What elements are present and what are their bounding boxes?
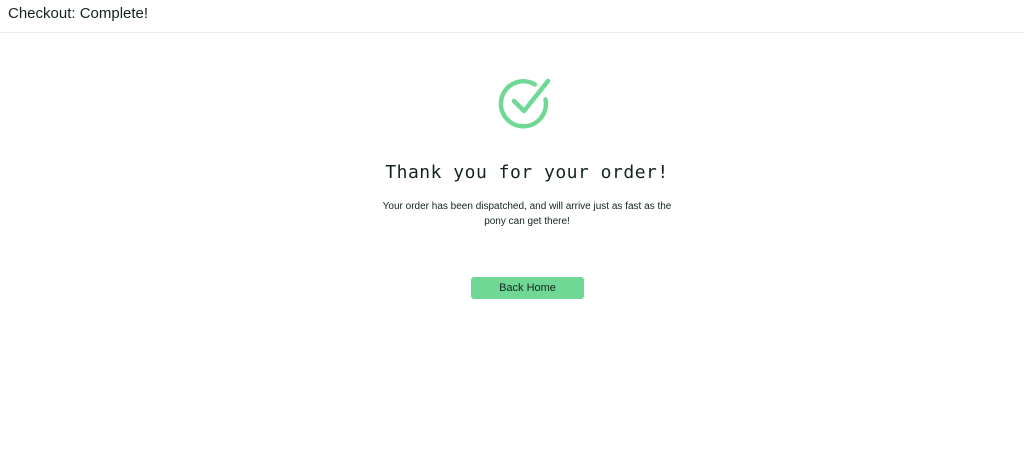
checkout-complete-panel: Thank you for your order! Your order has… [0,34,1024,457]
thank-you-heading: Thank you for your order! [385,162,669,183]
order-dispatched-message: Your order has been dispatched, and will… [382,201,672,227]
back-home-button[interactable]: Back Home [471,277,584,299]
page-title: Checkout: Complete! [8,5,149,22]
check-circle-icon [498,78,551,129]
page-header: Checkout: Complete! [0,0,1024,33]
